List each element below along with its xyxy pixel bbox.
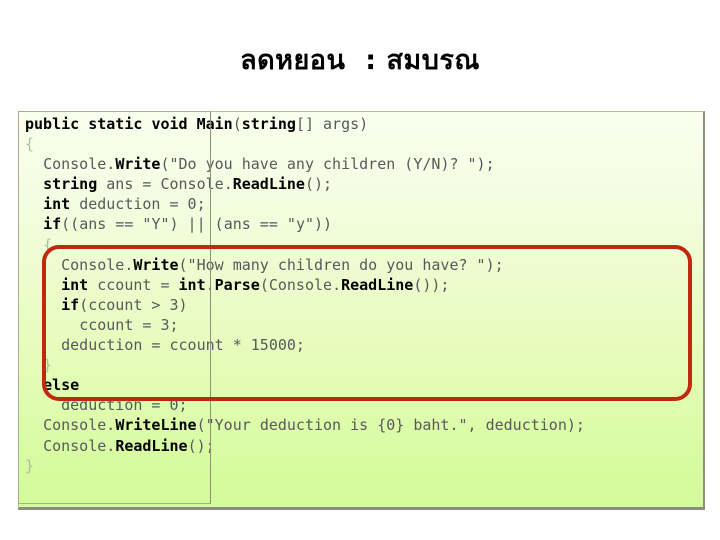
page-title: ลดหยอน : สมบรณ xyxy=(240,45,480,76)
code-line: } xyxy=(43,356,53,375)
code-line: string ans = Console.ReadLine(); xyxy=(43,175,333,194)
code-line: Console.WriteLine("Your deduction is {0}… xyxy=(43,416,585,435)
code-line: int deduction = 0; xyxy=(43,195,206,214)
code-line: { xyxy=(25,135,35,154)
slide-canvas: ลดหยอน : สมบรณ public static void Main(s… xyxy=(0,0,720,540)
code-text[interactable]: public static void Main(string[] args){ … xyxy=(25,114,705,476)
code-line: deduction = 0; xyxy=(61,396,188,415)
code-line: Console.Write("How many children do you … xyxy=(61,255,504,274)
code-line: Console.Write("Do you have any children … xyxy=(43,155,495,174)
code-line: public static void Main(string[] args) xyxy=(25,115,369,133)
code-line: else xyxy=(43,376,80,395)
code-line: } xyxy=(25,456,35,475)
code-line: int ccount = int.Parse(Console.ReadLine(… xyxy=(61,275,450,294)
code-line: if(ccount > 3) xyxy=(61,295,188,314)
code-line: if((ans == "Y") || (ans == "y")) xyxy=(43,215,333,234)
code-line: ccount = 3; xyxy=(79,315,179,334)
code-line: Console.ReadLine(); xyxy=(43,436,215,455)
code-line: { xyxy=(43,235,53,254)
code-line: deduction = ccount * 15000; xyxy=(61,336,305,355)
